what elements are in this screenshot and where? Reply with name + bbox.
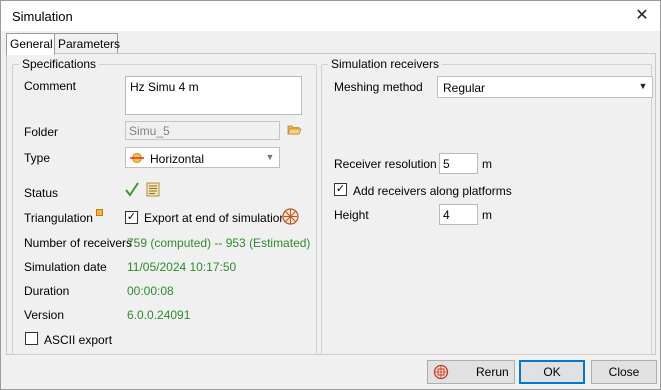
folder-field: Simu_5: [125, 121, 280, 140]
ok-button[interactable]: OK: [519, 360, 585, 384]
folder-label: Folder: [24, 125, 59, 139]
receivers-count-label: Number of receivers: [24, 236, 133, 250]
chevron-down-icon: ▼: [265, 152, 275, 162]
log-document-icon[interactable]: [145, 182, 161, 197]
receiver-resolution-input[interactable]: 5: [439, 153, 478, 174]
close-window-button[interactable]: ✕: [624, 1, 660, 31]
comment-textarea[interactable]: Hz Simu 4 m: [125, 76, 302, 115]
open-folder-icon[interactable]: [287, 123, 302, 136]
rerun-button-label: Rerun: [476, 365, 509, 379]
height-unit: m: [482, 208, 492, 222]
rerun-icon: [433, 364, 449, 380]
add-receivers-platforms-checkbox[interactable]: ✓: [334, 183, 347, 196]
simulation-receivers-group: Simulation receivers Meshing method Regu…: [321, 57, 653, 355]
receivers-count-value: 759 (computed) -- 953 (Estimated): [127, 236, 311, 250]
meshing-method-dropdown[interactable]: Regular ▼: [437, 76, 653, 98]
specifications-group: Specifications Comment Hz Simu 4 m Folde…: [12, 57, 317, 355]
specifications-group-title: Specifications: [19, 57, 100, 71]
type-dropdown[interactable]: Horizontal ▼: [125, 147, 280, 168]
window-title: Simulation: [12, 9, 73, 24]
general-tab-panel: Specifications Comment Hz Simu 4 m Folde…: [6, 53, 656, 355]
tab-general[interactable]: General: [6, 33, 55, 55]
type-label: Type: [24, 151, 51, 165]
status-label: Status: [24, 186, 59, 200]
receiver-resolution-label: Receiver resolution: [334, 157, 437, 171]
height-label: Height: [334, 208, 369, 222]
simulation-date-label: Simulation date: [24, 260, 107, 274]
ascii-export-label: ASCII export: [44, 333, 113, 347]
triangulation-mesh-icon[interactable]: [282, 208, 299, 225]
meshing-method-value: Regular: [443, 81, 486, 95]
horizontal-type-icon: [130, 152, 144, 164]
meshing-method-label: Meshing method: [334, 80, 423, 94]
triangulation-indicator-icon: [96, 209, 103, 216]
chevron-down-icon: ▼: [638, 81, 648, 91]
comment-label: Comment: [24, 79, 77, 93]
receiver-resolution-unit: m: [482, 157, 492, 171]
version-value: 6.0.0.24091: [127, 308, 191, 322]
simulation-date-value: 11/05/2024 10:17:50: [127, 260, 237, 274]
triangulation-label: Triangulation: [24, 211, 93, 225]
tab-parameters[interactable]: Parameters: [54, 33, 120, 54]
close-button[interactable]: Close: [591, 360, 657, 384]
export-at-end-label: Export at end of simulation: [144, 211, 287, 225]
version-label: Version: [24, 308, 65, 322]
type-value: Horizontal: [150, 152, 205, 166]
add-receivers-platforms-label: Add receivers along platforms: [353, 184, 512, 198]
title-bar: Simulation ✕: [1, 1, 660, 31]
duration-label: Duration: [24, 284, 70, 298]
export-at-end-checkbox[interactable]: ✓: [125, 211, 138, 224]
height-input[interactable]: 4: [439, 204, 478, 225]
rerun-button[interactable]: Rerun: [427, 360, 515, 384]
ascii-export-checkbox[interactable]: [25, 332, 38, 345]
simulation-dialog: Simulation ✕ General Parameters Specific…: [0, 0, 661, 390]
checkmark-icon: [125, 182, 139, 197]
simulation-receivers-group-title: Simulation receivers: [328, 57, 443, 71]
duration-value: 00:00:08: [127, 284, 174, 298]
